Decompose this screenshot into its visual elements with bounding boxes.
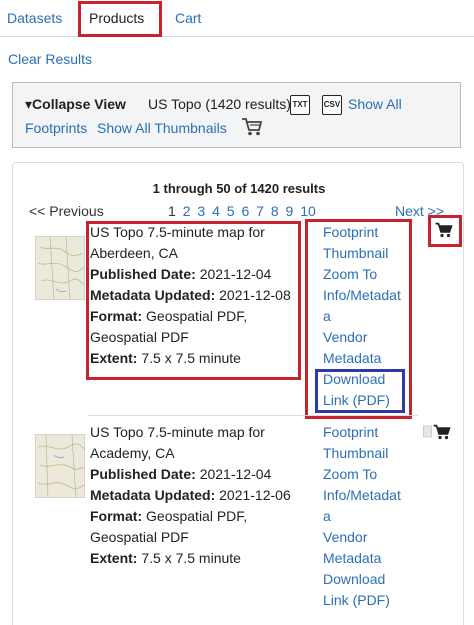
zoom-to-link[interactable]: Zoom To: [323, 464, 413, 485]
tab-datasets[interactable]: Datasets: [7, 10, 62, 26]
page-link[interactable]: 8: [271, 203, 279, 219]
page-link[interactable]: 7: [256, 203, 264, 219]
published-date-label: Published Date:: [90, 466, 196, 482]
metadata-updated-label: Metadata Updated:: [90, 487, 216, 503]
format-label: Format:: [90, 508, 143, 524]
result-title: US Topo 7.5-minute map for Academy, CA: [90, 424, 265, 461]
previous-page-link[interactable]: << Previous: [29, 203, 104, 219]
info-metadata-link[interactable]: Info/Metadat: [323, 485, 413, 506]
show-all-thumbnails-link[interactable]: Show All Thumbnails: [97, 120, 227, 136]
collapse-view-toggle[interactable]: ▾Collapse View: [25, 96, 126, 113]
add-to-cart-icon[interactable]: [423, 424, 451, 445]
results-count: 1 through 50 of 1420 results: [152, 181, 326, 196]
published-date-value: 2021-12-04: [199, 466, 272, 482]
page-link[interactable]: 10: [300, 203, 316, 219]
page-link[interactable]: 9: [286, 203, 294, 219]
highlight-box-details: [86, 221, 301, 380]
txt-file-icon[interactable]: TXT: [290, 95, 310, 115]
map-thumbnail[interactable]: [35, 434, 85, 498]
vendor-metadata-link-cont[interactable]: Metadata: [323, 548, 413, 569]
clear-results-link[interactable]: Clear Results: [8, 51, 92, 67]
page-link[interactable]: 5: [227, 203, 235, 219]
results-summary-panel: ▾Collapse View US Topo (1420 results) TX…: [12, 82, 461, 148]
download-link[interactable]: Download: [323, 569, 413, 590]
vendor-metadata-link[interactable]: Vendor: [323, 527, 413, 548]
highlight-box-products-tab: [78, 1, 162, 37]
page-link[interactable]: 4: [212, 203, 220, 219]
footprint-link[interactable]: Footprint: [323, 422, 413, 443]
tab-cart[interactable]: Cart: [175, 10, 201, 26]
metadata-updated-value: 2021-12-06: [219, 487, 291, 503]
extent-label: Extent:: [90, 550, 138, 566]
cart-icon[interactable]: [241, 117, 263, 142]
map-thumbnail[interactable]: [35, 236, 85, 300]
add-to-cart-icon[interactable]: [435, 222, 453, 243]
result-links: Footprint Thumbnail Zoom To Info/Metadat…: [323, 422, 413, 611]
thumbnail-link[interactable]: Thumbnail: [323, 443, 413, 464]
page-link[interactable]: 6: [241, 203, 249, 219]
show-all-footprints-link[interactable]: Show All: [348, 96, 402, 112]
page-link[interactable]: 3: [197, 203, 205, 219]
tab-bar: Datasets Products Cart: [0, 0, 474, 37]
extent-value: 7.5 x 7.5 minute: [141, 550, 241, 566]
item-divider: [88, 415, 418, 416]
highlight-box-download: [315, 369, 405, 413]
info-metadata-link-cont[interactable]: a: [323, 506, 413, 527]
page-current: 1: [168, 203, 176, 219]
result-details: US Topo 7.5-minute map for Academy, CA P…: [90, 422, 300, 569]
download-link-cont[interactable]: Link (PDF): [323, 590, 413, 611]
dataset-summary: US Topo (1420 results): [148, 96, 291, 112]
show-all-footprints-link-cont[interactable]: Footprints: [25, 120, 87, 136]
pagination: 1 2 3 4 5 6 7 8 9 10: [168, 203, 319, 219]
page-link[interactable]: 2: [183, 203, 191, 219]
csv-file-icon[interactable]: CSV: [322, 95, 342, 115]
